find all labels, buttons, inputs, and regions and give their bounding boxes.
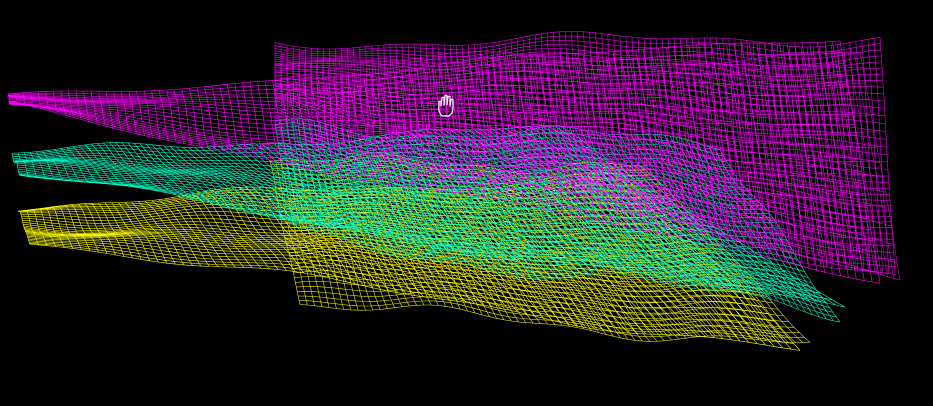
- 3d-viewport[interactable]: [0, 0, 933, 406]
